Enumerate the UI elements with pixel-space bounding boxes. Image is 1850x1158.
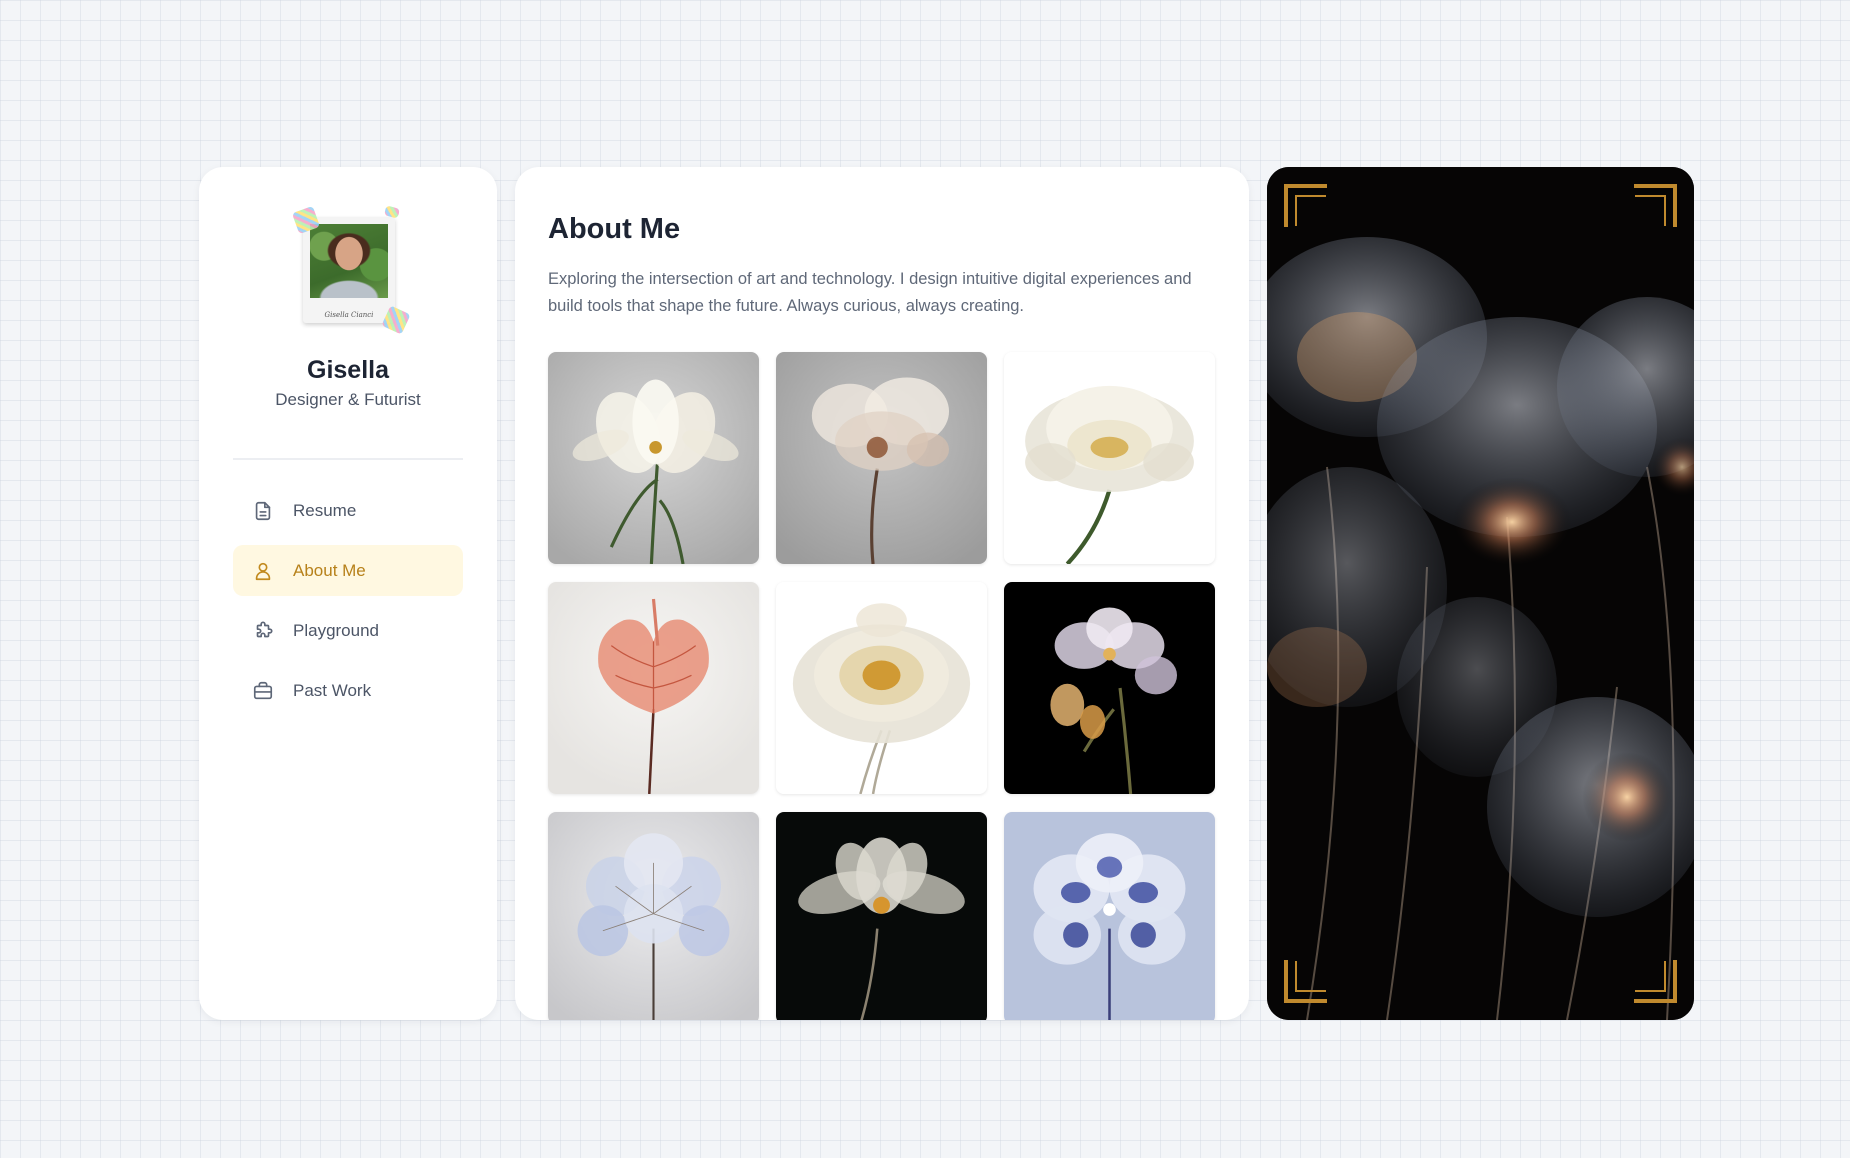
frame-corner-top-right: [1634, 184, 1677, 227]
nav-label: Resume: [293, 500, 357, 520]
sidebar-nav: Resume About Me Playground Past Work: [233, 485, 463, 725]
profile-photo: [310, 224, 388, 298]
frame-corner-bottom-right: [1634, 960, 1677, 1003]
puzzle-icon: [251, 619, 275, 643]
gallery-image-translucent-poppy[interactable]: [776, 352, 987, 564]
featured-artwork[interactable]: [1267, 167, 1694, 1020]
nav-label: Playground: [293, 620, 380, 640]
polaroid-frame: Gisella Cianci: [303, 217, 395, 323]
nav-item-resume[interactable]: Resume: [233, 485, 463, 536]
about-description: Exploring the intersection of art and te…: [548, 270, 1192, 315]
gallery-image-glowing-freesia[interactable]: [1004, 582, 1215, 794]
page-title: About Me: [548, 213, 681, 245]
frame-corner-top-left: [1284, 184, 1327, 227]
profile-sidebar: Gisella Cianci Gisella Designer & Futuri…: [199, 167, 497, 1020]
document-icon: [251, 499, 275, 523]
gallery-image-white-anemone[interactable]: [776, 812, 987, 1020]
nav-item-past-work[interactable]: Past Work: [233, 665, 463, 716]
nav-item-about-me[interactable]: About Me: [233, 545, 463, 596]
briefcase-icon: [251, 679, 275, 703]
polaroid-caption: Gisella Cianci: [324, 311, 374, 319]
nav-label: About Me: [293, 560, 366, 580]
profile-name: Gisella: [307, 356, 389, 384]
gallery-image-blue-pansy[interactable]: [1004, 812, 1215, 1020]
sidebar-divider: [233, 458, 463, 460]
gallery-image-golden-dahlia[interactable]: [776, 582, 987, 794]
featured-flower-image: [1267, 167, 1694, 1020]
profile-title: Designer & Futurist: [275, 390, 421, 409]
flower-gallery: [548, 352, 1215, 1020]
gallery-image-blue-hydrangea[interactable]: [548, 812, 759, 1020]
gallery-image-white-tulip[interactable]: [548, 352, 759, 564]
gallery-image-white-peony[interactable]: [1004, 352, 1215, 564]
nav-label: Past Work: [293, 680, 372, 700]
gallery-image-red-anthurium[interactable]: [548, 582, 759, 794]
about-me-panel: About Me Exploring the intersection of a…: [515, 167, 1249, 1020]
profile-polaroid: Gisella Cianci: [291, 205, 411, 335]
nav-item-playground[interactable]: Playground: [233, 605, 463, 656]
user-icon: [251, 559, 275, 583]
frame-corner-bottom-left: [1284, 960, 1327, 1003]
